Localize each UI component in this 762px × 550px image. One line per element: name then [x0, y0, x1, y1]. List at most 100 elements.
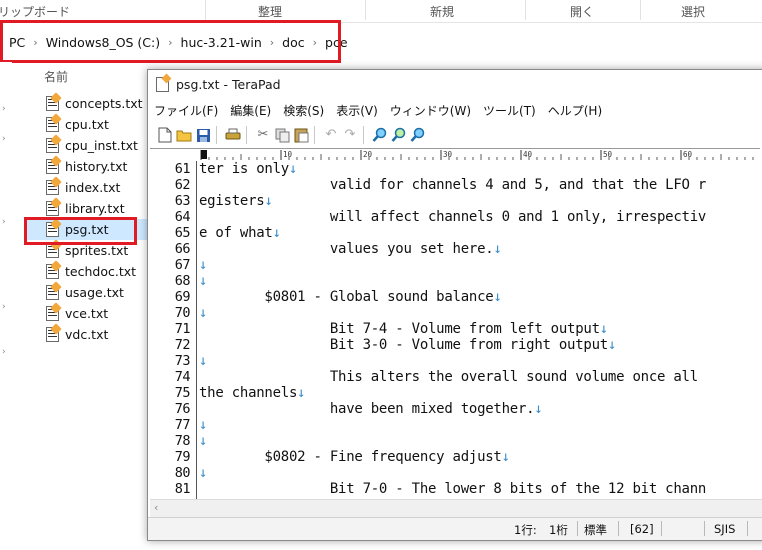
line-number: 66	[174, 241, 191, 257]
newline-mark-icon: ↓	[297, 385, 306, 401]
ribbon-divider	[640, 0, 641, 20]
find-next-icon[interactable]	[391, 127, 407, 143]
editor-line: 61 ter is only↓	[150, 161, 762, 177]
status-mode: 標準	[584, 523, 607, 537]
file-item-library[interactable]: library.txt	[30, 198, 148, 219]
save-icon[interactable]	[195, 127, 211, 143]
line-number: 81	[174, 481, 191, 497]
file-item-usage[interactable]: usage.txt	[30, 282, 148, 303]
psg-highlight-box	[24, 217, 137, 245]
line-number: 67	[174, 257, 191, 273]
line-text: the channels↓	[199, 385, 306, 401]
copy-icon[interactable]	[274, 127, 290, 143]
text-editor[interactable]: 61 ter is only↓ 62 valid for channels 4 an…	[150, 161, 762, 499]
address-highlight-box	[0, 20, 341, 63]
file-item-vce[interactable]: vce.txt	[30, 303, 148, 324]
toolbar: ✂ ↶ ↷	[148, 123, 762, 147]
find-prev-icon[interactable]	[410, 127, 426, 143]
text-file-icon	[46, 306, 59, 321]
file-item-vdc[interactable]: vdc.txt	[30, 324, 148, 345]
ruler-ticks: 10 20 30 40 50 60	[200, 150, 754, 160]
navigation-pane-edge[interactable]: › › › › ›	[0, 62, 12, 550]
file-item-concepts[interactable]: concepts.txt	[30, 93, 148, 114]
find-icon[interactable]	[372, 127, 388, 143]
status-char-code: [62]	[630, 522, 654, 536]
line-text: have been mixed together.↓	[199, 401, 543, 417]
newline-mark-icon: ↓	[199, 257, 208, 273]
status-column: 1桁	[549, 523, 568, 537]
expand-arrow-icon[interactable]: ›	[2, 347, 6, 357]
window-title: psg.txt - TeraPad	[176, 76, 281, 92]
text-file-icon	[46, 117, 59, 132]
line-text: $0801 - Global sound balance↓	[199, 289, 502, 305]
file-item-history[interactable]: history.txt	[30, 156, 148, 177]
menu-tools[interactable]: ツール(T)	[477, 102, 542, 119]
column-ruler: 10 20 30 40 50 60	[150, 148, 760, 162]
ribbon-group-organize: 整理	[258, 5, 283, 19]
expand-arrow-icon[interactable]: ›	[2, 134, 6, 144]
file-name: library.txt	[65, 201, 125, 216]
ruler-label: 50	[603, 150, 613, 159]
line-number: 76	[174, 401, 191, 417]
editor-line: 77 ↓	[150, 417, 762, 433]
open-folder-icon[interactable]	[176, 127, 192, 143]
status-line: 1行:	[514, 523, 537, 537]
status-divider	[704, 521, 705, 536]
newline-mark-icon: ↓	[288, 161, 298, 177]
menu-file[interactable]: ファイル(F)	[148, 102, 224, 119]
expand-arrow-icon[interactable]: ›	[2, 104, 6, 114]
menu-view[interactable]: 表示(V)	[330, 102, 384, 119]
line-text: ↓	[199, 465, 207, 481]
undo-icon[interactable]: ↶	[323, 127, 339, 143]
text-file-icon	[46, 138, 59, 153]
text-file-icon	[46, 327, 59, 342]
scroll-left-icon[interactable]: ‹	[154, 501, 158, 514]
line-number: 64	[174, 209, 191, 225]
file-item-index[interactable]: index.txt	[30, 177, 148, 198]
file-item-cpu-inst[interactable]: cpu_inst.txt	[30, 135, 148, 156]
editor-line: 66 values you set here.↓	[150, 241, 762, 257]
editor-line: 65 e of what↓	[150, 225, 762, 241]
toolbar-separator	[246, 126, 247, 144]
newline-mark-icon: ↓	[264, 193, 273, 209]
paste-icon[interactable]	[293, 127, 309, 143]
cut-icon[interactable]: ✂	[255, 127, 271, 143]
line-number: 68	[174, 273, 191, 289]
toolbar-separator	[363, 126, 364, 144]
line-text: This alters the overall sound volume onc…	[199, 369, 698, 385]
file-item-cpu[interactable]: cpu.txt	[30, 114, 148, 135]
editor-line: 62 valid for channels 4 and 5, and that …	[150, 177, 762, 193]
new-file-icon[interactable]	[157, 127, 173, 143]
toolbar-separator	[314, 126, 315, 144]
editor-line: 64 will affect channels 0 and 1 only, ir…	[150, 209, 762, 225]
line-number: 72	[174, 337, 191, 353]
status-encoding: SJIS	[714, 522, 736, 536]
menu-search[interactable]: 検索(S)	[277, 102, 330, 119]
file-name: techdoc.txt	[65, 264, 137, 279]
file-item-techdoc[interactable]: techdoc.txt	[30, 261, 148, 282]
newline-mark-icon: ↓	[199, 305, 208, 321]
expand-arrow-icon[interactable]: ›	[2, 217, 6, 227]
menu-edit[interactable]: 編集(E)	[224, 102, 277, 119]
text-file-icon	[46, 180, 59, 195]
ruler-label: 10	[283, 150, 293, 159]
ruler-label: 20	[363, 150, 373, 159]
terapad-app-icon[interactable]	[156, 76, 169, 92]
text-file-icon	[46, 201, 59, 216]
ribbon-divider	[365, 0, 366, 20]
newline-mark-icon: ↓	[534, 401, 543, 417]
file-name: usage.txt	[65, 285, 124, 300]
editor-line: 81 Bit 7-0 - The lower 8 bits of the 12 …	[150, 481, 762, 497]
horizontal-scrollbar[interactable]: ‹	[150, 499, 762, 517]
redo-icon[interactable]: ↷	[342, 127, 358, 143]
menu-window[interactable]: ウィンドウ(W)	[384, 102, 477, 119]
print-icon[interactable]	[225, 127, 241, 143]
expand-arrow-icon[interactable]: ›	[2, 302, 6, 312]
terapad-titlebar[interactable]: psg.txt - TeraPad	[148, 70, 762, 98]
menu-help[interactable]: ヘルプ(H)	[542, 102, 608, 119]
file-name: vdc.txt	[65, 327, 109, 342]
file-name: cpu.txt	[65, 117, 109, 132]
line-number: 65	[174, 225, 191, 241]
column-header-name[interactable]: 名前	[44, 68, 68, 85]
status-bar: 1行: 1桁 標準 [62] SJIS	[148, 517, 762, 540]
